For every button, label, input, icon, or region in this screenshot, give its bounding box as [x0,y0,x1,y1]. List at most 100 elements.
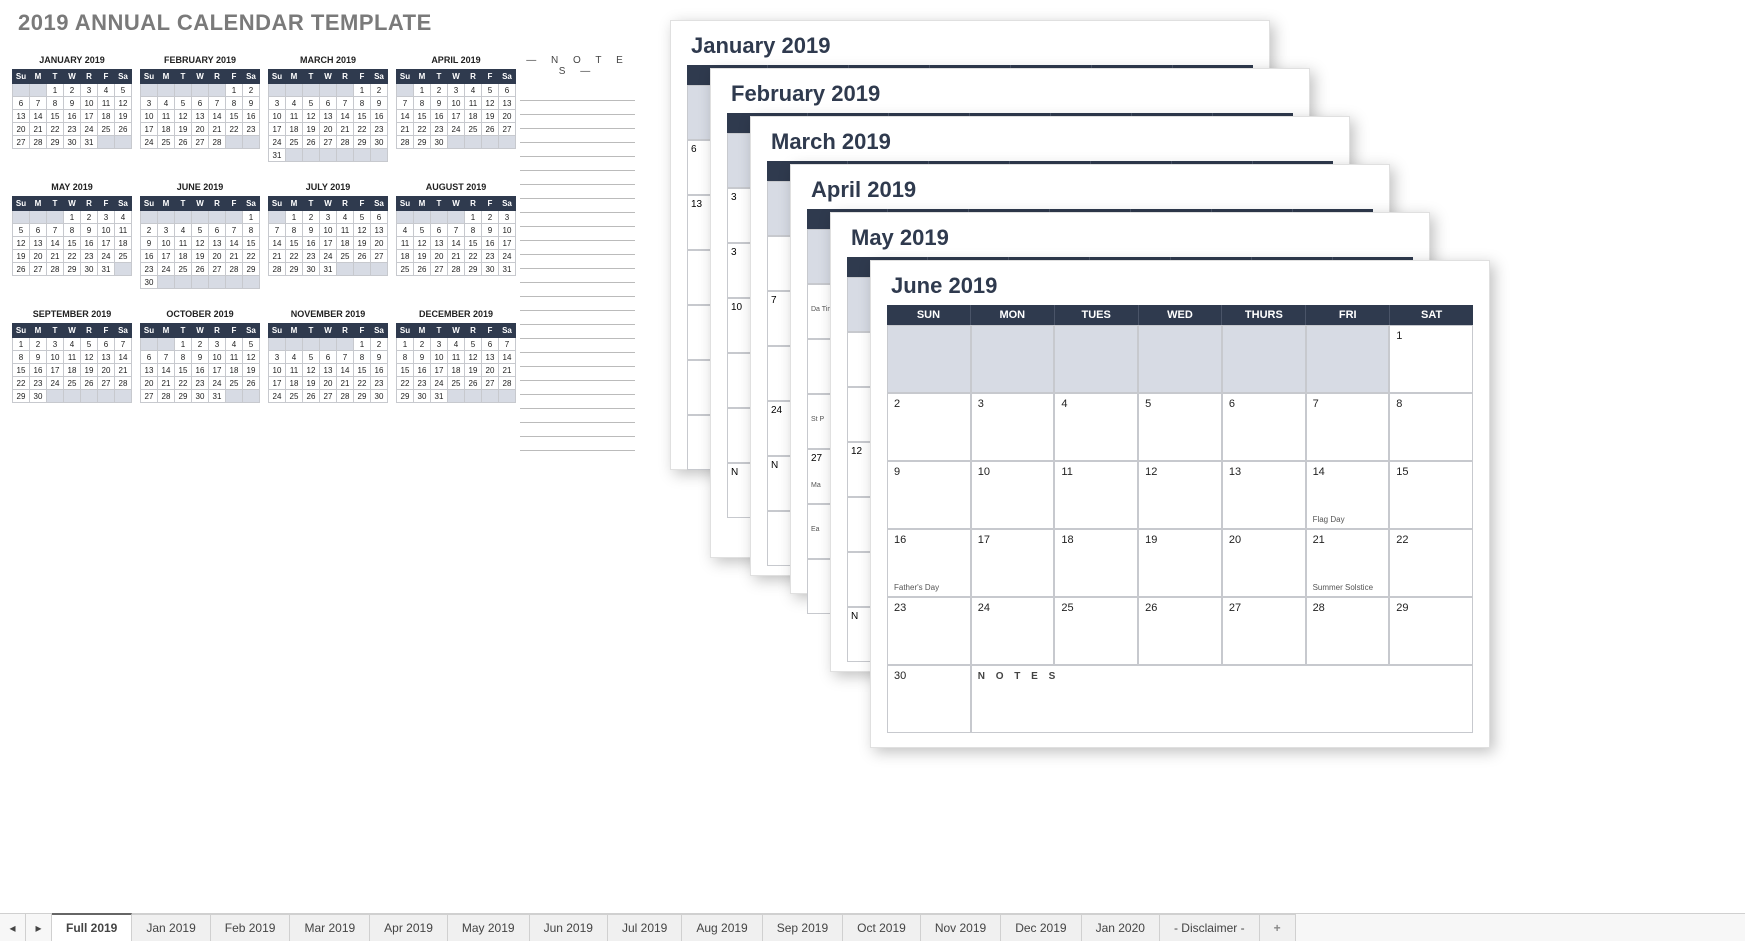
day-cell[interactable]: 24 [971,597,1055,665]
sheet-tab[interactable]: Apr 2019 [370,914,448,941]
day-cell[interactable] [1138,325,1222,393]
mini-day-cell: 1 [13,338,30,351]
notes-line[interactable] [520,339,635,353]
notes-line[interactable] [520,115,635,129]
notes-line[interactable] [520,199,635,213]
sheet-tab[interactable]: Jan 2019 [132,914,210,941]
day-cell[interactable]: 29 [1389,597,1473,665]
notes-line[interactable] [520,241,635,255]
day-cell[interactable]: 18 [1054,529,1138,597]
day-cell[interactable]: 3 [971,393,1055,461]
notes-line[interactable] [520,325,635,339]
sheet-tab[interactable]: Jul 2019 [608,914,682,941]
day-cell[interactable]: 6 [1222,393,1306,461]
notes-line[interactable] [520,269,635,283]
notes-line[interactable] [520,409,635,423]
notes-line[interactable] [520,423,635,437]
notes-line[interactable] [520,437,635,451]
add-sheet-button[interactable]: + [1260,914,1296,941]
day-cell[interactable]: 23 [887,597,971,665]
notes-line[interactable] [520,381,635,395]
sheet-tab[interactable]: Mar 2019 [290,914,370,941]
notes-line[interactable] [520,87,635,101]
mini-day-header: F [98,70,115,84]
sheet-tab[interactable]: - Disclaimer - [1160,914,1260,941]
mini-day-header: F [354,197,371,211]
day-cell[interactable] [1054,325,1138,393]
sheet-tab[interactable]: Sep 2019 [763,914,843,941]
tab-next-icon[interactable]: ▸ [26,914,52,941]
day-cell[interactable]: 10 [971,461,1055,529]
notes-line[interactable] [520,353,635,367]
mini-day-cell: 10 [499,224,516,237]
mini-day-header: M [30,324,47,338]
sheet-tab[interactable]: Dec 2019 [1001,914,1081,941]
day-cell[interactable]: 22 [1389,529,1473,597]
day-cell[interactable]: 7 [1306,393,1390,461]
sheet-tab[interactable]: May 2019 [448,914,530,941]
sheet-tab[interactable]: Full 2019 [52,913,132,941]
notes-line[interactable] [520,395,635,409]
day-cell[interactable]: 25 [1054,597,1138,665]
day-cell[interactable]: 30 [887,665,971,733]
sheet-tab[interactable]: Jan 2020 [1082,914,1160,941]
day-cell[interactable]: 26 [1138,597,1222,665]
notes-line[interactable] [520,129,635,143]
day-cell[interactable]: 1 [1389,325,1473,393]
sheet-tab[interactable]: Aug 2019 [682,914,762,941]
notes-line[interactable] [520,101,635,115]
sheet-tab[interactable]: Nov 2019 [921,914,1001,941]
mini-day-cell [115,263,132,276]
notes-line[interactable] [520,367,635,381]
mini-day-cell: 6 [192,97,209,110]
notes-line[interactable] [520,283,635,297]
day-cell[interactable]: 16Father's Day [887,529,971,597]
mini-day-cell: 15 [175,364,192,377]
day-cell[interactable]: 28 [1306,597,1390,665]
day-cell[interactable] [971,325,1055,393]
day-cell[interactable]: 21Summer Solstice [1306,529,1390,597]
day-cell[interactable]: 12 [1138,461,1222,529]
day-cell[interactable]: 2 [887,393,971,461]
notes-line[interactable] [520,297,635,311]
day-cell[interactable]: 5 [1138,393,1222,461]
notes-line[interactable] [520,185,635,199]
day-cell[interactable]: 27 [1222,597,1306,665]
mini-day-cell: 13 [320,110,337,123]
day-cell[interactable]: 8 [1389,393,1473,461]
day-cell[interactable] [1306,325,1390,393]
mini-day-cell [175,84,192,97]
month-notes-cell[interactable]: N O T E S [971,665,1473,733]
sheet-tab[interactable]: Oct 2019 [843,914,921,941]
sheet-tab[interactable]: Jun 2019 [530,914,608,941]
day-cell[interactable]: 9 [887,461,971,529]
mini-day-cell: 25 [465,123,482,136]
day-cell[interactable] [887,325,971,393]
tab-prev-icon[interactable]: ◂ [0,914,26,941]
mini-day-cell: 31 [320,263,337,276]
notes-line[interactable] [520,255,635,269]
notes-line[interactable] [520,213,635,227]
notes-line[interactable] [520,157,635,171]
day-cell[interactable]: 13 [1222,461,1306,529]
day-cell[interactable]: 4 [1054,393,1138,461]
day-cell[interactable]: 17 [971,529,1055,597]
day-cell[interactable]: 20 [1222,529,1306,597]
notes-line[interactable] [520,143,635,157]
day-cell[interactable]: 15 [1389,461,1473,529]
mini-day-cell [158,84,175,97]
mini-day-cell: 13 [320,364,337,377]
notes-line[interactable] [520,227,635,241]
mini-day-cell: 13 [192,110,209,123]
sheet-tab[interactable]: Feb 2019 [211,914,291,941]
day-cell[interactable]: 19 [1138,529,1222,597]
sheet-tab-bar: ◂ ▸ Full 2019Jan 2019Feb 2019Mar 2019Apr… [0,913,1745,941]
mini-day-cell: 16 [414,364,431,377]
mini-day-cell [397,84,414,97]
mini-day-cell: 29 [175,390,192,403]
notes-line[interactable] [520,171,635,185]
day-cell[interactable] [1222,325,1306,393]
notes-line[interactable] [520,311,635,325]
day-cell[interactable]: 11 [1054,461,1138,529]
day-cell[interactable]: 14Flag Day [1306,461,1390,529]
